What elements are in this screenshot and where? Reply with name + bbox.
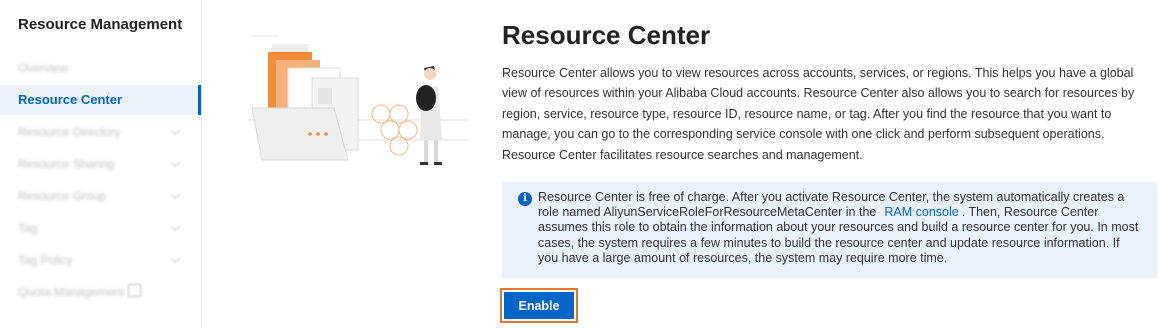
sidebar-item-resource-sharing[interactable]: Resource Sharing xyxy=(0,149,201,179)
sidebar-item-label: Tag Policy xyxy=(18,253,73,267)
sidebar-item-label: Resource Directory xyxy=(18,125,121,139)
resource-center-illustration xyxy=(248,35,468,165)
sidebar-item-tag-policy[interactable]: Tag Policy xyxy=(0,245,201,275)
sidebar-item-label: Resource Sharing xyxy=(18,157,115,171)
sidebar-item-label: Quota Management xyxy=(18,285,125,299)
sidebar-item-resource-directory[interactable]: Resource Directory xyxy=(0,117,201,147)
sidebar-item-resource-center[interactable]: Resource Center xyxy=(0,85,201,115)
sidebar-item-label: Resource Group xyxy=(18,189,107,203)
chevron-down-icon xyxy=(170,189,181,200)
enable-button-highlight: Enable xyxy=(500,288,578,323)
info-notice: i Resource Center is free of charge. Aft… xyxy=(502,182,1157,278)
illustration-person xyxy=(416,66,442,165)
info-icon: i xyxy=(518,192,532,206)
sidebar-item-quota-management[interactable]: Quota Management xyxy=(0,277,201,307)
sidebar-item-label: Tag xyxy=(18,221,38,235)
page-title: Resource Center xyxy=(502,20,711,50)
sidebar-item-label: Overview xyxy=(18,61,69,75)
chevron-down-icon xyxy=(170,125,181,136)
ram-console-link[interactable]: RAM console xyxy=(884,205,958,219)
external-link-icon xyxy=(128,284,142,297)
sidebar: Resource Management Overview Resource Ce… xyxy=(0,0,202,328)
illustration-rings xyxy=(371,104,418,156)
sidebar-title: Resource Management xyxy=(18,16,183,33)
sidebar-item-overview[interactable]: Overview xyxy=(0,53,201,83)
illustration-doc-stripe xyxy=(318,88,332,104)
chevron-down-icon xyxy=(170,221,181,232)
page-description: Resource Center allows you to view resou… xyxy=(502,66,1135,162)
sidebar-item-tag[interactable]: Tag xyxy=(0,213,201,243)
sidebar-item-label: Resource Center xyxy=(18,92,123,107)
chevron-down-icon xyxy=(170,157,181,168)
enable-button[interactable]: Enable xyxy=(504,292,574,319)
chevron-down-icon xyxy=(170,253,181,264)
sidebar-item-resource-group[interactable]: Resource Group xyxy=(0,181,201,211)
illustration-folder-front xyxy=(251,107,349,161)
